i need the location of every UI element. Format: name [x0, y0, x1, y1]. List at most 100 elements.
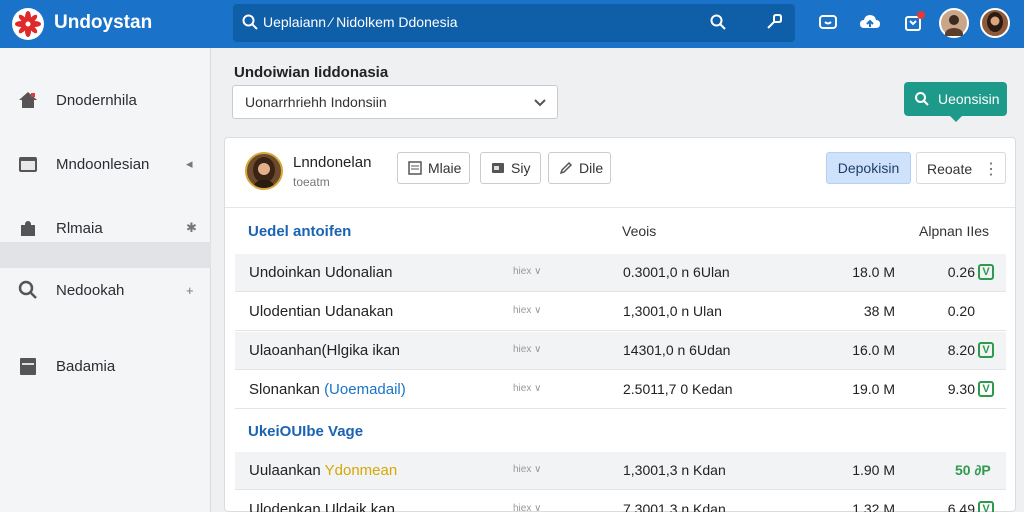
row-size: 16.0 M: [852, 342, 895, 358]
section-title: Uedel antoifen: [248, 223, 352, 240]
sidebar-item-label: Mndoonlesian: [56, 155, 150, 173]
list-icon: [408, 161, 422, 175]
table-row[interactable]: Slonankan (Uoemadail) hiex ∨ 2.5011,7 0 …: [235, 371, 1006, 409]
home-icon: [16, 88, 40, 112]
page-title: Undoiwian Iiddonasia: [234, 64, 389, 81]
table-row[interactable]: Uulaankan Ydonmean hiex ∨ 1,3001,3 n Kda…: [235, 452, 1006, 490]
sidebar-active-band: [0, 242, 211, 268]
row-size: 38 M: [863, 303, 895, 319]
user-avatar[interactable]: [939, 8, 969, 40]
select-value: Uonarrhriehh Indonsiin: [245, 94, 387, 110]
check-icon[interactable]: V: [978, 342, 994, 358]
sidebar-item-folder[interactable]: Mndoonlesian ◂: [0, 140, 211, 188]
sidebar-item-label: Dnodernhila: [56, 91, 137, 109]
chevron-left-icon[interactable]: ◂: [186, 156, 193, 172]
table-row[interactable]: Ulodenkan Uldaik kan hiex ∨ 7,3001,3 n K…: [235, 491, 1006, 512]
primary-button-label: Ueonsisin: [938, 91, 1000, 107]
column-header-alpha: Alpnan IIes: [919, 223, 990, 239]
table-row[interactable]: Undoinkan Udonalian hiex ∨ 0.3001,0 n 6U…: [235, 254, 1006, 292]
search-bar[interactable]: Ueplaiann ⁄ Nidolkem Ddonesia: [233, 4, 795, 42]
notification-badge: [917, 11, 925, 19]
row-value: 7,3001,3 n Kdan: [623, 501, 726, 512]
deposit-button[interactable]: Depokisin: [826, 152, 911, 184]
table-row[interactable]: Ulaoanhan(Hlgika ikan hiex ∨ 14301,0 n 6…: [235, 332, 1006, 370]
logo-icon: [15, 11, 41, 37]
avatar[interactable]: [245, 152, 283, 190]
column-header-value: Veois: [622, 223, 657, 239]
table-row[interactable]: Ulodentian Udanakan hiex ∨ 1,3001,0 n Ul…: [235, 293, 1006, 331]
row-tag[interactable]: hiex ∨: [513, 464, 541, 475]
gear-icon[interactable]: ✱: [186, 220, 197, 236]
row-name: Ulodentian Udanakan: [249, 303, 394, 320]
row-tag[interactable]: hiex ∨: [513, 503, 541, 512]
filter-select[interactable]: Uonarrhriehh Indonsiin: [232, 85, 558, 119]
row-value: 1,3001,0 n Ulan: [623, 303, 722, 319]
status-badge: 50 ∂P: [955, 462, 991, 478]
row-number: 6.49: [947, 501, 975, 512]
sidebar-item-label: Badamia: [56, 357, 116, 375]
check-icon[interactable]: V: [978, 501, 994, 512]
sidebar-item-search[interactable]: Nedookah +: [0, 266, 211, 314]
check-icon[interactable]: V: [978, 381, 994, 397]
row-name: Uulaankan Ydonmean: [249, 462, 398, 479]
sidebar: Dnodernhila Mndoonlesian ◂ Rlmaia ✱ Nedo…: [0, 48, 211, 512]
app-title: Undoystan: [54, 12, 153, 33]
row-size: 1.90 M: [852, 462, 895, 478]
row-number: 9.30: [947, 381, 975, 397]
search-icon: [914, 91, 930, 110]
check-icon[interactable]: V: [978, 264, 994, 280]
puzzle-icon: [16, 216, 40, 240]
notification-icon[interactable]: [901, 11, 925, 35]
row-tag[interactable]: hiex ∨: [513, 266, 541, 277]
row-name: Undoinkan Udonalian: [249, 264, 393, 281]
image-icon: [491, 161, 505, 175]
row-tag[interactable]: hiex ∨: [513, 383, 541, 394]
row-tag[interactable]: hiex ∨: [513, 305, 541, 316]
save-button-label: Siy: [511, 160, 531, 176]
user-name: Lnndonelan: [293, 154, 372, 171]
create-button-label: Reoate: [927, 161, 973, 177]
edit-button-label: Dile: [579, 160, 604, 176]
edit-button[interactable]: Dile: [548, 152, 611, 184]
content-card: Lnndonelan toeatm Mlaie Siy Dile Depokis…: [224, 137, 1016, 512]
search-icon: [16, 278, 40, 302]
more-icon[interactable]: ⋮: [983, 159, 999, 179]
add-icon[interactable]: +: [186, 283, 194, 298]
chat-icon[interactable]: [816, 11, 840, 35]
top-bar: Undoystan Ueplaiann ⁄ Nidolkem Ddonesia: [0, 0, 1024, 48]
row-name: Ulaoanhan(Hlgika ikan: [249, 342, 400, 359]
link-icon[interactable]: [765, 13, 783, 36]
upload-icon[interactable]: [858, 11, 882, 35]
primary-search-button[interactable]: Ueonsisin: [904, 82, 1007, 116]
section-title: UkeiOUIbe Vage: [248, 423, 364, 440]
row-size: 18.0 M: [852, 264, 895, 280]
row-number: 0.26: [947, 264, 975, 280]
button-pointer: [950, 116, 962, 122]
save-button[interactable]: Siy: [480, 152, 541, 184]
chevron-down-icon: [533, 95, 547, 114]
folder-icon: [16, 152, 40, 176]
create-button[interactable]: Reoate ⋮: [916, 152, 1006, 184]
app-logo[interactable]: [12, 8, 44, 40]
row-name-highlight: Ydonmean: [324, 462, 398, 479]
row-tag[interactable]: hiex ∨: [513, 344, 541, 355]
search-icon: [241, 13, 259, 36]
search-text: Ueplaiann ⁄ Nidolkem Ddonesia: [263, 14, 458, 30]
search-submit-icon[interactable]: [709, 13, 727, 36]
sidebar-item-document[interactable]: Badamia: [0, 342, 211, 390]
row-value: 14301,0 n 6Udan: [623, 342, 731, 358]
row-name: Slonankan (Uoemadail): [249, 381, 406, 398]
row-number: 0.20: [947, 303, 975, 319]
divider: [225, 207, 1015, 208]
row-value: 0.3001,0 n 6Ulan: [623, 264, 730, 280]
pencil-icon: [559, 161, 573, 175]
mail-button-label: Mlaie: [428, 160, 462, 176]
sidebar-item-home[interactable]: Dnodernhila: [0, 76, 211, 124]
row-size: 19.0 M: [852, 381, 895, 397]
row-name: Ulodenkan Uldaik kan: [249, 501, 395, 512]
user-subtitle: toeatm: [293, 175, 330, 189]
secondary-avatar[interactable]: [980, 8, 1010, 38]
row-size: 1.32 M: [852, 501, 895, 512]
sidebar-item-label: Nedookah: [56, 281, 125, 299]
mail-button[interactable]: Mlaie: [397, 152, 470, 184]
